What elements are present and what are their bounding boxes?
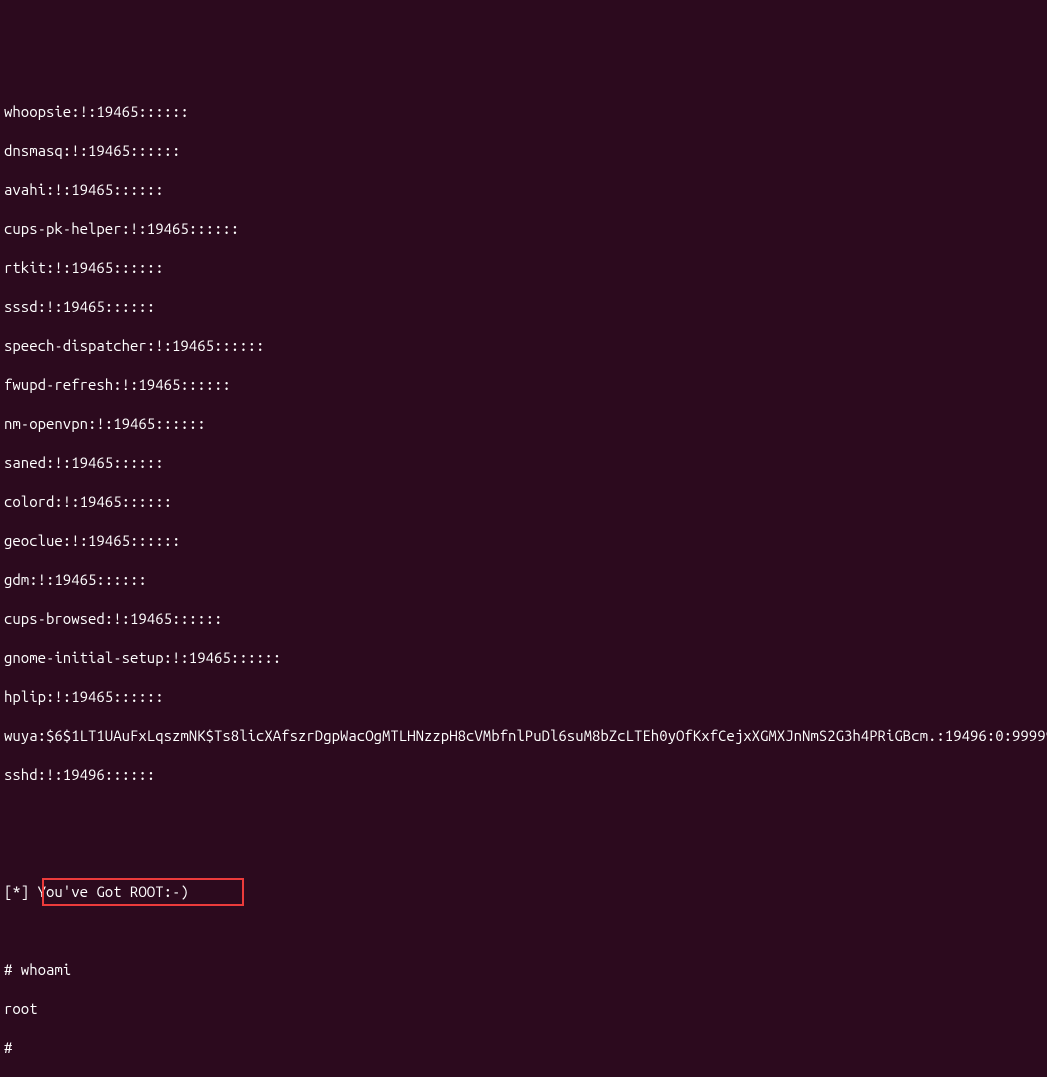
shadow-entry: geoclue:!:19465:::::: bbox=[4, 531, 1043, 551]
shadow-entry: nm-openvpn:!:19465:::::: bbox=[4, 414, 1043, 434]
shadow-entry: fwupd-refresh:!:19465:::::: bbox=[4, 375, 1043, 395]
shadow-entry: speech-dispatcher:!:19465:::::: bbox=[4, 336, 1043, 356]
shadow-entry: rtkit:!:19465:::::: bbox=[4, 258, 1043, 278]
shadow-entry: avahi:!:19465:::::: bbox=[4, 180, 1043, 200]
shadow-entry: gnome-initial-setup:!:19465:::::: bbox=[4, 648, 1043, 668]
command-output: root bbox=[4, 999, 1043, 1019]
blank-line bbox=[4, 921, 1043, 941]
terminal-window[interactable]: whoopsie:!:19465:::::: dnsmasq:!:19465::… bbox=[4, 82, 1043, 625]
shadow-entry: wuya:$6$1LT1UAuFxLqszmNK$Ts8licXAfszrDgp… bbox=[4, 726, 1043, 746]
blank-line bbox=[4, 804, 1043, 824]
shadow-entry: colord:!:19465:::::: bbox=[4, 492, 1043, 512]
root-message-line: [*] You've Got ROOT:-) bbox=[4, 882, 1043, 902]
prompt-line[interactable]: # bbox=[4, 1038, 1043, 1058]
blank-line bbox=[4, 843, 1043, 863]
shadow-entry: saned:!:19465:::::: bbox=[4, 453, 1043, 473]
root-message: You've Got ROOT:-) bbox=[38, 883, 189, 900]
shadow-entry: cups-browsed:!:19465:::::: bbox=[4, 609, 1043, 629]
root-prefix: [*] bbox=[4, 883, 38, 900]
shadow-entry: hplip:!:19465:::::: bbox=[4, 687, 1043, 707]
shadow-entry: sshd:!:19496:::::: bbox=[4, 765, 1043, 785]
shadow-entry: cups-pk-helper:!:19465:::::: bbox=[4, 219, 1043, 239]
shadow-entry: whoopsie:!:19465:::::: bbox=[4, 102, 1043, 122]
shadow-entry: sssd:!:19465:::::: bbox=[4, 297, 1043, 317]
shadow-entry: dnsmasq:!:19465:::::: bbox=[4, 141, 1043, 161]
shadow-entry: gdm:!:19465:::::: bbox=[4, 570, 1043, 590]
command-line: # whoami bbox=[4, 960, 1043, 980]
